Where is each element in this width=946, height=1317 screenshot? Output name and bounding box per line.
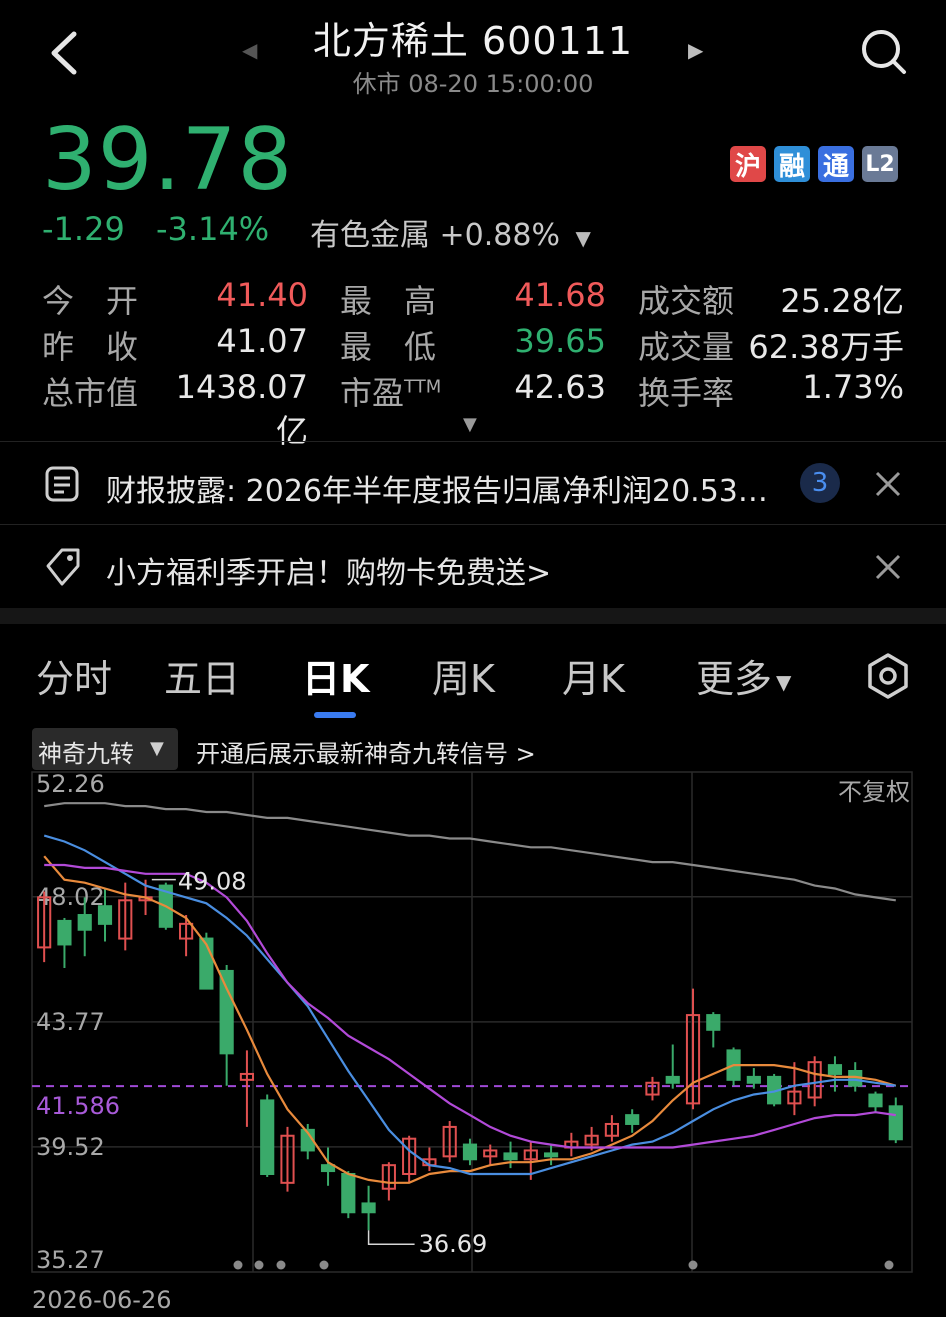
tab-daily-k[interactable]: 日K <box>302 648 369 703</box>
event-marker-dot <box>254 1260 264 1270</box>
volume-value: 62.38万手 <box>748 328 904 366</box>
candle-body <box>888 1105 903 1141</box>
open-label: 今 开 <box>42 282 139 320</box>
open-value: 41.40 <box>216 276 308 314</box>
high-label: 最 高 <box>340 282 437 320</box>
tab-five-day[interactable]: 五日 <box>164 648 240 703</box>
stock-title: 北方稀土 600111 <box>312 19 634 63</box>
badge-l2[interactable]: L2 <box>862 146 898 182</box>
candle-body <box>665 1075 680 1084</box>
event-marker-dot <box>688 1260 698 1270</box>
candle-body <box>543 1152 559 1158</box>
event-marker-dot <box>276 1260 286 1270</box>
promo-banner-text[interactable]: 小方福利季开启！购物卡免费送> <box>106 548 551 592</box>
high-value: 41.68 <box>514 276 606 314</box>
current-price: 39.78 <box>42 110 294 210</box>
more-dropdown-icon: ▼ <box>776 669 792 694</box>
turnover-value: 1.73% <box>802 368 904 406</box>
badge-tong[interactable]: 通 <box>818 146 854 182</box>
sector-dropdown-icon: ▼ <box>575 226 591 250</box>
candle-body <box>746 1075 761 1084</box>
candle-body <box>57 919 72 946</box>
price-change: -1.29 <box>42 210 125 248</box>
divider <box>0 441 946 442</box>
tab-intraday[interactable]: 分时 <box>36 648 112 703</box>
tag-icon <box>46 548 80 586</box>
sector-text: 有色金属 +0.88% <box>310 218 560 253</box>
kline-chart[interactable]: 52.2648.0243.7741.58639.5235.27不复权2026-0… <box>0 770 946 1317</box>
tab-weekly-k[interactable]: 周K <box>432 648 495 703</box>
candle-body <box>827 1064 843 1075</box>
low-label: 最 低 <box>340 328 437 366</box>
market-cap-value: 1438.07亿 <box>175 368 308 450</box>
badge-hu[interactable]: 沪 <box>730 146 766 182</box>
prev-close-value: 41.07 <box>216 322 308 360</box>
candle-body <box>503 1152 518 1161</box>
y-axis-label: 39.52 <box>36 1133 105 1161</box>
indicator-hint[interactable]: 开通后展示最新神奇九转信号 > <box>196 734 536 769</box>
low-value: 39.65 <box>514 322 606 360</box>
turnover-label: 换手率 <box>638 374 735 412</box>
y-axis-label: 43.77 <box>36 1008 105 1036</box>
search-icon[interactable] <box>858 26 908 76</box>
y-axis-label: 41.586 <box>36 1092 120 1120</box>
tab-monthly-k[interactable]: 月K <box>562 648 625 703</box>
event-marker-dot <box>884 1260 894 1270</box>
section-gap <box>0 608 946 624</box>
active-tab-indicator <box>314 712 356 718</box>
candle-body <box>219 969 234 1055</box>
candle-body <box>868 1093 883 1108</box>
divider <box>0 524 946 525</box>
prev-close-label: 昨 收 <box>42 328 139 366</box>
settings-icon[interactable] <box>864 652 912 700</box>
event-marker-dot <box>233 1260 243 1270</box>
tab-more[interactable]: 更多 ▼ <box>696 648 791 703</box>
price-change-pct: -3.14% <box>156 210 270 248</box>
candle-body <box>320 1164 336 1173</box>
candle-body <box>706 1014 721 1031</box>
badge-rong[interactable]: 融 <box>774 146 810 182</box>
market-badges: 沪 融 通 L2 <box>730 146 898 182</box>
volume-label: 成交量 <box>638 328 735 366</box>
indicator-name: 神奇九转 <box>38 740 134 768</box>
y-axis-label: 52.26 <box>36 770 105 798</box>
event-marker-dot <box>319 1260 329 1270</box>
max-price-label: 49.08 <box>178 868 247 896</box>
market-status: 休市 08-20 15:00:00 <box>352 70 594 98</box>
candle-body <box>625 1114 640 1125</box>
market-cap-label: 总市值 <box>42 374 139 412</box>
close-icon[interactable] <box>874 553 902 581</box>
candle-body <box>260 1099 275 1176</box>
candle-body <box>361 1202 376 1214</box>
pe-label: 市盈TTM <box>340 368 441 414</box>
pe-value: 42.63 <box>514 368 606 406</box>
expand-stats-icon[interactable]: ▼ <box>463 414 477 435</box>
sector-info[interactable]: 有色金属 +0.88% ▼ <box>310 210 591 254</box>
next-stock-arrow[interactable]: ▶ <box>688 38 703 62</box>
pe-label-text: 市盈 <box>340 374 405 412</box>
fq-mode-label: 不复权 <box>838 778 910 806</box>
amount-value: 25.28亿 <box>780 282 904 320</box>
min-price-label: 36.69 <box>419 1230 488 1258</box>
candle-body <box>97 905 113 925</box>
start-date-label: 2026-06-26 <box>32 1286 171 1314</box>
indicator-dropdown-icon: ▼ <box>150 738 164 759</box>
report-icon <box>45 466 79 502</box>
y-axis-label: 35.27 <box>36 1246 105 1274</box>
report-count-badge[interactable]: 3 <box>800 463 840 503</box>
min-annotation-line <box>367 1230 415 1245</box>
close-icon[interactable] <box>874 470 902 498</box>
candle-body <box>462 1143 478 1161</box>
candle-body <box>341 1173 356 1214</box>
candle-body <box>77 914 92 931</box>
amount-label: 成交额 <box>638 282 735 320</box>
tab-more-label: 更多 <box>696 657 773 701</box>
report-banner-text[interactable]: 财报披露: 2026年半年度报告归属净利润20.53… <box>106 466 768 510</box>
pe-ttm: TTM <box>404 376 442 398</box>
